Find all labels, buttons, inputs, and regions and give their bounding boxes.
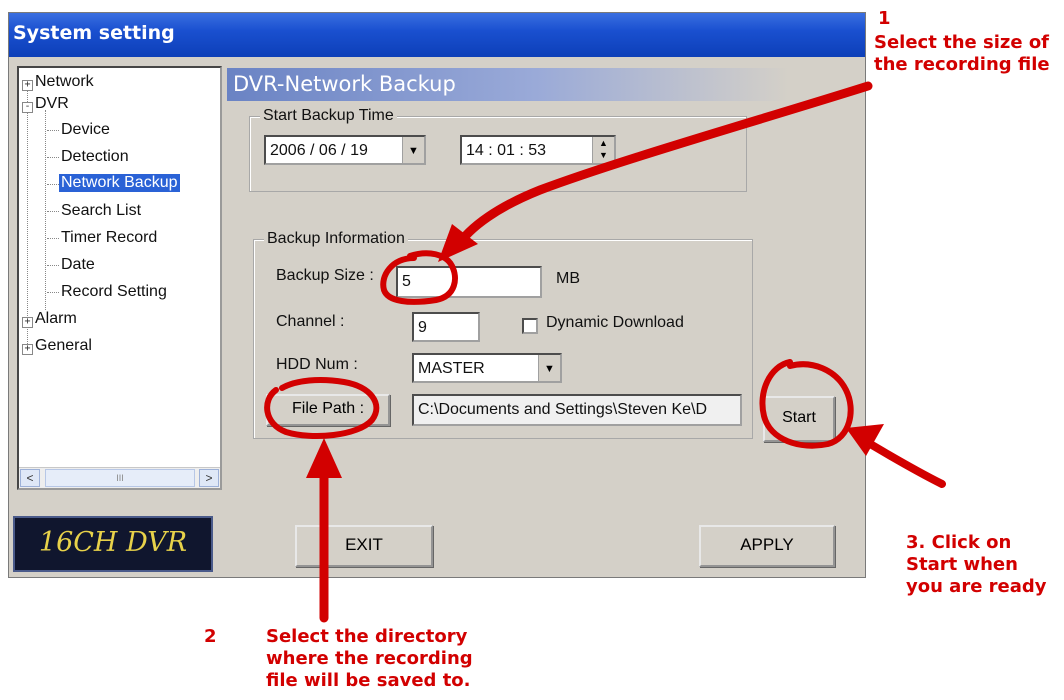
annotation-3-line1: 3. Click on [906, 532, 1012, 553]
channel-label: Channel : [276, 313, 345, 330]
annotation-1-line1: Select the size of [874, 32, 1050, 53]
tree-item-alarm[interactable]: Alarm [35, 310, 77, 328]
hdd-num-select[interactable]: MASTER ▼ [412, 353, 562, 383]
tree-horizontal-scrollbar[interactable]: < III > [19, 467, 220, 488]
backup-date-value: 2006 / 06 / 19 [270, 142, 368, 159]
window-title: System setting [13, 22, 175, 44]
file-path-value: C:\Documents and Settings\Steven Ke\D [418, 401, 708, 418]
tree-item-timer-record[interactable]: Timer Record [61, 229, 157, 247]
tree-item-network-backup[interactable]: Network Backup [59, 174, 180, 192]
scroll-right-icon[interactable]: > [199, 469, 219, 487]
file-path-field[interactable]: C:\Documents and Settings\Steven Ke\D [412, 394, 742, 426]
title-bar[interactable]: System setting [9, 13, 865, 57]
backup-date-picker[interactable]: 2006 / 06 / 19 ▼ [264, 135, 426, 165]
annotation-1-line2: the recording file [874, 54, 1050, 75]
hdd-num-label: HDD Num : [276, 356, 358, 373]
dvr-logo: 16CH DVR [13, 516, 213, 572]
tree-item-date[interactable]: Date [61, 256, 95, 274]
tree-item-device[interactable]: Device [61, 121, 110, 139]
tree-item-search-list[interactable]: Search List [61, 202, 141, 220]
section-header: DVR-Network Backup [227, 68, 789, 101]
backup-time-spinner[interactable]: 14 : 01 : 53 ▲ ▼ [460, 135, 616, 165]
annotation-2-line2: where the recording [266, 648, 473, 669]
annotation-2-line3: file will be saved to. [266, 670, 471, 691]
system-setting-window: System setting + Network - DVR Device De… [8, 12, 866, 578]
expand-network-icon[interactable]: + [22, 80, 33, 91]
settings-tree: + Network - DVR Device Detection Network… [17, 66, 222, 490]
file-path-button[interactable]: File Path : [266, 394, 390, 426]
dynamic-download-checkbox[interactable] [522, 318, 538, 334]
expand-alarm-icon[interactable]: + [22, 317, 33, 328]
apply-button[interactable]: APPLY [699, 525, 835, 567]
backup-size-unit: MB [556, 270, 580, 287]
channel-value: 9 [418, 319, 427, 336]
start-backup-time-group: Start Backup Time 2006 / 06 / 19 ▼ 14 : … [249, 107, 747, 192]
start-backup-time-legend: Start Backup Time [260, 107, 397, 125]
tree-item-record-setting[interactable]: Record Setting [61, 283, 167, 301]
backup-information-group: Backup Information Backup Size : 5 MB Ch… [253, 230, 753, 439]
tree-item-detection[interactable]: Detection [61, 148, 129, 166]
date-dropdown-icon[interactable]: ▼ [402, 137, 424, 163]
backup-size-label: Backup Size : [276, 267, 374, 284]
arrow-3-shaft [856, 434, 946, 488]
collapse-dvr-icon[interactable]: - [22, 102, 33, 113]
dynamic-download-label: Dynamic Download [546, 314, 684, 331]
hdd-num-value: MASTER [418, 360, 485, 377]
scroll-left-icon[interactable]: < [20, 469, 40, 487]
channel-input[interactable]: 9 [412, 312, 480, 342]
scroll-thumb[interactable]: III [45, 469, 195, 487]
tree-item-general[interactable]: General [35, 337, 92, 355]
annotation-2-line1: Select the directory [266, 626, 468, 647]
backup-information-legend: Backup Information [264, 230, 408, 248]
expand-general-icon[interactable]: + [22, 344, 33, 355]
backup-size-input[interactable]: 5 [396, 266, 542, 298]
annotation-1-number: 1 [878, 8, 891, 29]
time-spin-icon[interactable]: ▲ ▼ [592, 137, 614, 163]
annotation-3-line3: you are ready [906, 576, 1047, 597]
annotation-3-line2: Start when [906, 554, 1018, 575]
backup-time-value: 14 : 01 : 53 [466, 142, 547, 159]
tree-item-dvr[interactable]: DVR [35, 95, 69, 113]
annotation-2-number: 2 [204, 626, 217, 647]
hdd-dropdown-icon[interactable]: ▼ [538, 355, 560, 381]
start-button[interactable]: Start [763, 396, 835, 442]
tree-item-network[interactable]: Network [35, 73, 94, 91]
backup-size-value: 5 [402, 273, 411, 290]
exit-button[interactable]: EXIT [295, 525, 433, 567]
